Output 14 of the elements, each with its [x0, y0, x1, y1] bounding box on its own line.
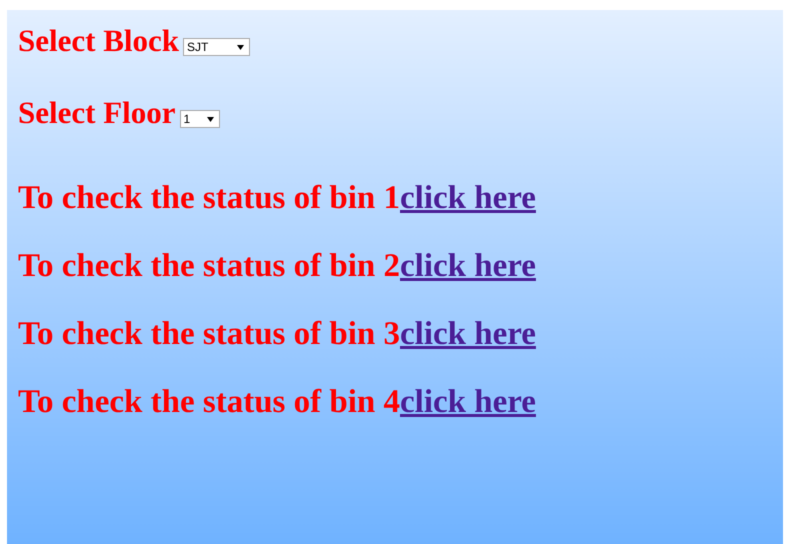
select-label: Select Block: [18, 24, 179, 58]
click-here-link[interactable]: click here: [400, 382, 536, 422]
select-label: Select Floor: [18, 96, 176, 130]
bin-status-text: To check the status of bin 2: [18, 247, 400, 286]
bin-status-text: To check the status of bin 3: [18, 315, 400, 354]
dropdown[interactable]: SJT: [183, 38, 250, 56]
bin-status-text: To check the status of bin 1: [18, 179, 400, 218]
click-here-link[interactable]: click here: [400, 178, 536, 218]
click-here-link[interactable]: click here: [400, 314, 536, 354]
bin-status-text: To check the status of bin 4: [18, 383, 400, 422]
caret-icon: [237, 44, 244, 50]
dropdown[interactable]: 1: [180, 110, 220, 128]
click-here-link[interactable]: click here: [400, 246, 536, 286]
caret-icon: [206, 116, 214, 122]
